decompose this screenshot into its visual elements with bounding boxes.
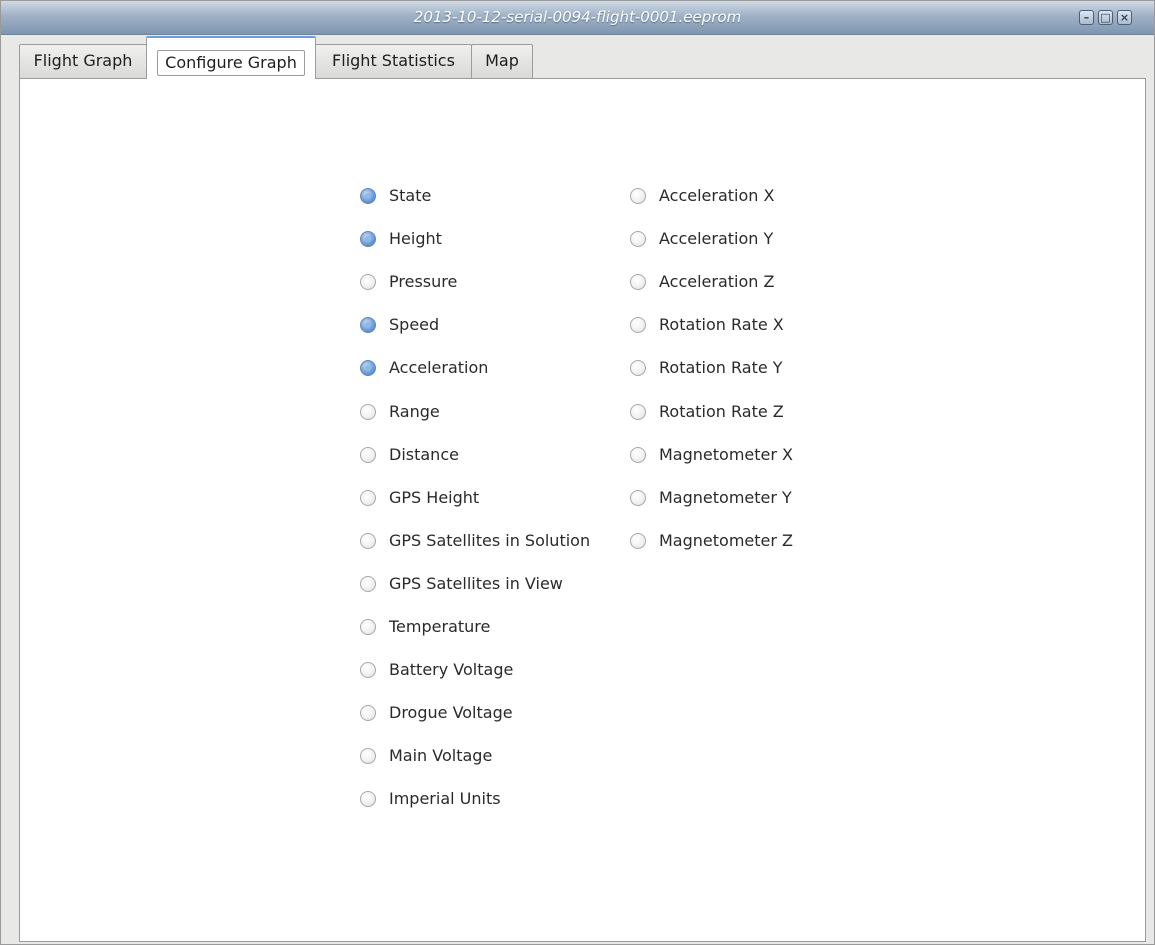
tab-map[interactable]: Map bbox=[471, 44, 533, 78]
radio-button[interactable] bbox=[360, 317, 376, 333]
radio-button[interactable] bbox=[360, 360, 376, 376]
tab-flight-statistics[interactable]: Flight Statistics bbox=[315, 44, 472, 78]
option-label: Range bbox=[389, 402, 440, 421]
option-label: Rotation Rate Y bbox=[659, 358, 783, 377]
radio-button[interactable] bbox=[630, 533, 646, 549]
option-label: Magnetometer X bbox=[659, 445, 793, 464]
title-bar[interactable]: 2013-10-12-serial-0094-flight-0001.eepro… bbox=[1, 1, 1154, 35]
radio-button[interactable] bbox=[360, 705, 376, 721]
tab-label: Flight Graph bbox=[33, 51, 133, 70]
option-label: GPS Satellites in View bbox=[389, 574, 563, 593]
minimize-icon: – bbox=[1083, 11, 1090, 24]
option-label: GPS Satellites in Solution bbox=[389, 531, 591, 550]
option-label: Acceleration Y bbox=[659, 229, 774, 248]
radio-button[interactable] bbox=[360, 748, 376, 764]
option-label: Main Voltage bbox=[389, 746, 493, 765]
option-label: Battery Voltage bbox=[389, 660, 514, 679]
radio-button[interactable] bbox=[360, 404, 376, 420]
radio-button[interactable] bbox=[630, 317, 646, 333]
radio-button[interactable] bbox=[360, 490, 376, 506]
radio-button[interactable] bbox=[630, 447, 646, 463]
radio-button[interactable] bbox=[360, 533, 376, 549]
option-label: Drogue Voltage bbox=[389, 703, 513, 722]
radio-button[interactable] bbox=[630, 231, 646, 247]
radio-button[interactable] bbox=[360, 662, 376, 678]
option-label: Distance bbox=[389, 445, 459, 464]
tab-flight-graph[interactable]: Flight Graph bbox=[19, 44, 147, 78]
app-window: 2013-10-12-serial-0094-flight-0001.eepro… bbox=[0, 0, 1155, 945]
option-label: Speed bbox=[389, 315, 440, 334]
radio-button[interactable] bbox=[630, 404, 646, 420]
option-label: Imperial Units bbox=[389, 789, 501, 808]
option-label: Height bbox=[389, 229, 442, 248]
option-label: Rotation Rate Z bbox=[659, 402, 784, 421]
close-button[interactable]: × bbox=[1117, 10, 1132, 25]
option-label: Magnetometer Y bbox=[659, 488, 792, 507]
radio-button[interactable] bbox=[630, 274, 646, 290]
option-label: Acceleration Z bbox=[659, 272, 775, 291]
maximize-button[interactable]: □ bbox=[1098, 10, 1113, 25]
option-label: Magnetometer Z bbox=[659, 531, 793, 550]
option-label: State bbox=[389, 186, 432, 205]
option-label: Rotation Rate X bbox=[659, 315, 784, 334]
configure-graph-panel: State Height Pressure Speed Acceleration Rang… bbox=[19, 78, 1146, 942]
close-icon: × bbox=[1119, 11, 1130, 24]
tab-label: Map bbox=[485, 51, 519, 70]
tab-configure-graph[interactable]: Configure Graph bbox=[146, 36, 316, 79]
radio-button[interactable] bbox=[360, 447, 376, 463]
minimize-button[interactable]: – bbox=[1079, 10, 1094, 25]
radio-button[interactable] bbox=[630, 188, 646, 204]
radio-button[interactable] bbox=[360, 619, 376, 635]
radio-button[interactable] bbox=[360, 231, 376, 247]
option-label: Acceleration X bbox=[659, 186, 775, 205]
radio-button[interactable] bbox=[630, 360, 646, 376]
maximize-icon: □ bbox=[1100, 11, 1111, 24]
option-label: Temperature bbox=[389, 617, 491, 636]
tab-label: Flight Statistics bbox=[332, 51, 455, 70]
radio-button[interactable] bbox=[360, 791, 376, 807]
option-label: Pressure bbox=[389, 272, 458, 291]
radio-button[interactable] bbox=[630, 490, 646, 506]
window-title: 2013-10-12-serial-0094-flight-0001.eepro… bbox=[413, 8, 742, 26]
tab-focus-box: Configure Graph bbox=[157, 50, 305, 76]
tab-label: Configure Graph bbox=[165, 53, 297, 72]
radio-button[interactable] bbox=[360, 576, 376, 592]
option-label: Acceleration bbox=[389, 358, 489, 377]
option-label: GPS Height bbox=[389, 488, 480, 507]
radio-button[interactable] bbox=[360, 274, 376, 290]
radio-button[interactable] bbox=[360, 188, 376, 204]
